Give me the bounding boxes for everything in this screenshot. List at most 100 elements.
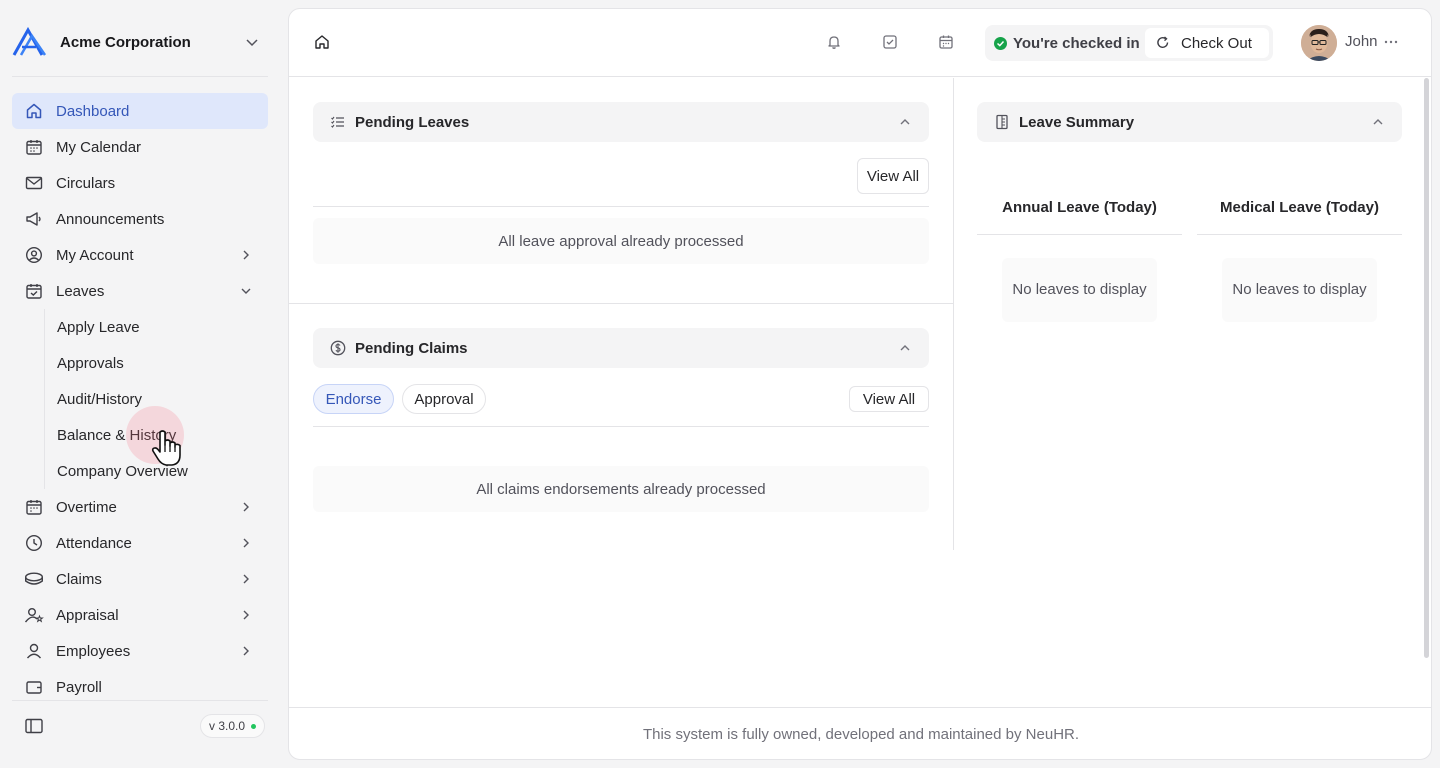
status-dot-icon bbox=[251, 723, 257, 729]
sidebar-item-attendance[interactable]: Attendance bbox=[12, 525, 268, 561]
sidebar-item-my-calendar[interactable]: My Calendar bbox=[12, 129, 268, 165]
chevron-up-icon[interactable] bbox=[897, 340, 913, 356]
list-check-icon bbox=[329, 113, 347, 131]
sidebar-item-approvals[interactable]: Approvals bbox=[45, 345, 268, 381]
calendar-check-icon bbox=[24, 281, 44, 301]
chevron-right-icon bbox=[238, 499, 254, 515]
leave-summary-header[interactable]: Leave Summary bbox=[977, 102, 1402, 142]
annual-leave-title: Annual Leave (Today) bbox=[1002, 199, 1157, 216]
divider bbox=[977, 234, 1182, 235]
footer: This system is fully owned, developed an… bbox=[289, 707, 1431, 759]
tab-approval[interactable]: Approval bbox=[402, 384, 486, 414]
bell-icon[interactable] bbox=[823, 31, 845, 53]
dollar-circle-icon bbox=[329, 339, 347, 357]
chevron-up-icon[interactable] bbox=[897, 114, 913, 130]
hand-cursor-icon bbox=[150, 428, 184, 468]
pending-leaves-view-all-button[interactable]: View All bbox=[857, 158, 929, 194]
refresh-icon bbox=[1155, 35, 1171, 51]
tab-endorse[interactable]: Endorse bbox=[313, 384, 394, 414]
medical-leave-title: Medical Leave (Today) bbox=[1220, 199, 1379, 216]
sidebar-item-employees[interactable]: Employees bbox=[12, 633, 268, 669]
divider bbox=[313, 426, 929, 427]
version-label: v 3.0.0 bbox=[209, 719, 246, 733]
sidebar-item-label: Payroll bbox=[56, 678, 102, 696]
user-circle-icon bbox=[24, 245, 44, 265]
sidebar-item-label: Appraisal bbox=[56, 606, 119, 624]
checkin-status: You're checked in bbox=[994, 35, 1140, 52]
sidebar-item-label: Dashboard bbox=[56, 102, 130, 120]
checkbox-icon[interactable] bbox=[879, 31, 901, 53]
section-title: Pending Claims bbox=[355, 339, 468, 357]
sidebar-nav: Dashboard My Calendar Circulars Announce… bbox=[12, 93, 268, 699]
more-horizontal-icon[interactable] bbox=[1381, 31, 1401, 53]
sidebar-item-label: Attendance bbox=[56, 534, 132, 552]
sidebar: Acme Corporation Dashboard My Calendar C… bbox=[0, 0, 280, 768]
chevron-right-icon bbox=[238, 643, 254, 659]
user-star-icon bbox=[24, 605, 44, 625]
footer-text: This system is fully owned, developed an… bbox=[642, 726, 1080, 743]
user-icon bbox=[24, 641, 44, 661]
sidebar-item-appraisal[interactable]: Appraisal bbox=[12, 597, 268, 633]
coins-icon bbox=[24, 569, 44, 589]
pending-leaves-header[interactable]: Pending Leaves bbox=[313, 102, 929, 142]
chevron-up-icon[interactable] bbox=[1370, 114, 1386, 130]
chevron-down-icon[interactable] bbox=[242, 32, 262, 52]
sidebar-item-announcements[interactable]: Announcements bbox=[12, 201, 268, 237]
calendar-icon[interactable] bbox=[935, 31, 957, 53]
divider bbox=[953, 78, 954, 550]
check-circle-icon bbox=[994, 36, 1007, 50]
company-switcher[interactable]: Acme Corporation bbox=[12, 24, 268, 60]
sidebar-item-label: Leaves bbox=[56, 282, 105, 300]
megaphone-icon bbox=[24, 209, 44, 229]
main-panel: You're checked in Check Out John Pending… bbox=[288, 8, 1432, 760]
pending-leaves-empty-message: All leave approval already processed bbox=[313, 218, 929, 264]
home-icon bbox=[24, 101, 44, 121]
pending-claims-view-all-button[interactable]: View All bbox=[849, 386, 929, 412]
building-icon bbox=[993, 113, 1011, 131]
medical-leave-empty-message: No leaves to display bbox=[1222, 258, 1377, 322]
sidebar-item-label: My Calendar bbox=[56, 138, 142, 156]
section-title: Pending Leaves bbox=[355, 113, 470, 131]
avatar[interactable] bbox=[1301, 25, 1337, 61]
sidebar-item-claims[interactable]: Claims bbox=[12, 561, 268, 597]
checkin-widget: You're checked in Check Out bbox=[985, 25, 1273, 61]
sidebar-item-payroll[interactable]: Payroll bbox=[12, 669, 268, 699]
sidebar-item-dashboard[interactable]: Dashboard bbox=[12, 93, 268, 129]
check-out-button[interactable]: Check Out bbox=[1145, 28, 1269, 58]
calendar-clock-icon bbox=[24, 497, 44, 517]
chevron-down-icon bbox=[238, 283, 254, 299]
annual-leave-empty-message: No leaves to display bbox=[1002, 258, 1157, 322]
sidebar-toggle-icon[interactable] bbox=[22, 714, 46, 738]
chevron-right-icon bbox=[238, 571, 254, 587]
mail-icon bbox=[24, 173, 44, 193]
divider bbox=[1197, 234, 1402, 235]
user-name[interactable]: John bbox=[1345, 33, 1378, 50]
chevron-right-icon bbox=[238, 247, 254, 263]
sidebar-item-apply-leave[interactable]: Apply Leave bbox=[45, 309, 268, 345]
sidebar-item-leaves[interactable]: Leaves bbox=[12, 273, 268, 309]
chevron-right-icon bbox=[238, 607, 254, 623]
wallet-icon bbox=[24, 677, 44, 697]
home-icon[interactable] bbox=[311, 31, 333, 53]
top-bar: You're checked in Check Out John bbox=[289, 9, 1431, 77]
section-title: Leave Summary bbox=[1019, 113, 1135, 131]
sidebar-item-my-account[interactable]: My Account bbox=[12, 237, 268, 273]
sidebar-item-circulars[interactable]: Circulars bbox=[12, 165, 268, 201]
calendar-icon bbox=[24, 137, 44, 157]
sidebar-item-overtime[interactable]: Overtime bbox=[12, 489, 268, 525]
pending-claims-empty-message: All claims endorsements already processe… bbox=[313, 466, 929, 512]
sidebar-item-label: Claims bbox=[56, 570, 102, 588]
clock-icon bbox=[24, 533, 44, 553]
sidebar-item-label: Announcements bbox=[56, 210, 165, 228]
sidebar-item-label: Employees bbox=[56, 642, 131, 660]
chevron-right-icon bbox=[238, 535, 254, 551]
scrollbar[interactable] bbox=[1424, 78, 1429, 658]
sidebar-item-label: My Account bbox=[56, 246, 134, 264]
checkin-status-text: You're checked in bbox=[1013, 34, 1140, 52]
version-badge: v 3.0.0 bbox=[200, 714, 266, 738]
divider bbox=[313, 206, 929, 207]
divider bbox=[289, 303, 953, 304]
company-name: Acme Corporation bbox=[60, 33, 191, 51]
divider bbox=[12, 700, 268, 701]
pending-claims-header[interactable]: Pending Claims bbox=[313, 328, 929, 368]
